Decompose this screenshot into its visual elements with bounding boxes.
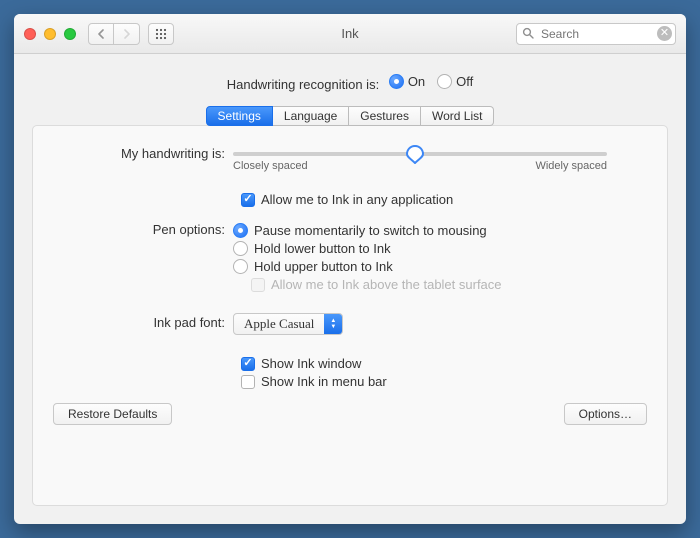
pen-options-label: Pen options: [53,220,233,237]
show-menubar-checkbox[interactable]: Show Ink in menu bar [241,374,647,389]
window-controls [24,28,76,40]
radio-icon [233,223,248,238]
pen-option-lower-label: Hold lower button to Ink [254,241,391,256]
tab-word-list[interactable]: Word List [421,106,494,126]
show-window-label: Show Ink window [261,356,361,371]
chevron-left-icon [97,29,105,39]
show-all-button[interactable] [148,23,174,45]
radio-icon [437,74,452,89]
slider-thumb-icon [405,144,425,164]
recognition-on-radio[interactable]: On [389,74,425,89]
settings-panel: My handwriting is: Closely spaced Widely… [32,125,668,506]
pen-option-upper-radio[interactable]: Hold upper button to Ink [233,259,647,274]
pen-option-pause-radio[interactable]: Pause momentarily to switch to mousing [233,223,647,238]
show-window-checkbox[interactable]: Show Ink window [241,356,647,371]
handwriting-row: My handwriting is: Closely spaced Widely… [53,144,647,184]
show-menubar-label: Show Ink in menu bar [261,374,387,389]
checkbox-icon [241,357,255,371]
recognition-off-radio[interactable]: Off [437,74,473,89]
close-button[interactable] [24,28,36,40]
recognition-radiogroup: On Off [383,74,473,89]
restore-defaults-button[interactable]: Restore Defaults [53,403,172,425]
recognition-row: Handwriting recognition is: On Off [32,74,668,92]
tab-bar: Settings Language Gestures Word List [32,106,668,126]
above-surface-checkbox: Allow me to Ink above the tablet surface [233,277,647,292]
checkbox-icon [241,193,255,207]
recognition-label: Handwriting recognition is: [227,77,379,92]
preferences-window: Ink ✕ Handwriting recognition is: On Off [14,14,686,524]
pen-options-row: Pen options: Pause momentarily to switch… [53,220,647,295]
forward-button[interactable] [114,23,140,45]
pen-option-pause-label: Pause momentarily to switch to mousing [254,223,487,238]
clear-search-button[interactable]: ✕ [657,26,672,41]
handwriting-slider[interactable] [233,152,607,156]
tab-gestures[interactable]: Gestures [349,106,421,126]
content-area: Handwriting recognition is: On Off Setti… [14,54,686,524]
checkbox-icon [241,375,255,389]
titlebar: Ink ✕ [14,14,686,54]
radio-icon [233,241,248,256]
slider-max-label: Widely spaced [535,160,607,172]
pen-option-upper-label: Hold upper button to Ink [254,259,393,274]
search-icon [522,27,534,42]
minimize-button[interactable] [44,28,56,40]
recognition-off-label: Off [456,74,473,89]
allow-any-app-label: Allow me to Ink in any application [261,192,453,207]
options-button[interactable]: Options… [564,403,647,425]
chevron-right-icon [123,29,131,39]
grid-icon [155,28,167,40]
search-input[interactable] [516,23,676,45]
tab-language[interactable]: Language [273,106,349,126]
above-surface-label: Allow me to Ink above the tablet surface [271,277,502,292]
pen-option-lower-radio[interactable]: Hold lower button to Ink [233,241,647,256]
chevron-up-down-icon: ▲▼ [324,314,342,334]
font-row: Ink pad font: Apple Casual ▲▼ [53,313,647,335]
nav-buttons [88,23,140,45]
back-button[interactable] [88,23,114,45]
radio-icon [389,74,404,89]
font-value: Apple Casual [234,316,324,332]
radio-icon [233,259,248,274]
slider-min-label: Closely spaced [233,160,308,172]
allow-any-app-checkbox[interactable]: Allow me to Ink in any application [241,192,647,207]
search-wrap: ✕ [516,23,676,45]
tab-settings[interactable]: Settings [206,106,273,126]
slider-thumb[interactable] [405,144,425,164]
checkbox-icon [251,278,265,292]
recognition-on-label: On [408,74,425,89]
font-select[interactable]: Apple Casual ▲▼ [233,313,343,335]
handwriting-label: My handwriting is: [53,144,233,161]
font-label: Ink pad font: [53,313,233,330]
zoom-button[interactable] [64,28,76,40]
panel-footer: Restore Defaults Options… [53,403,647,425]
